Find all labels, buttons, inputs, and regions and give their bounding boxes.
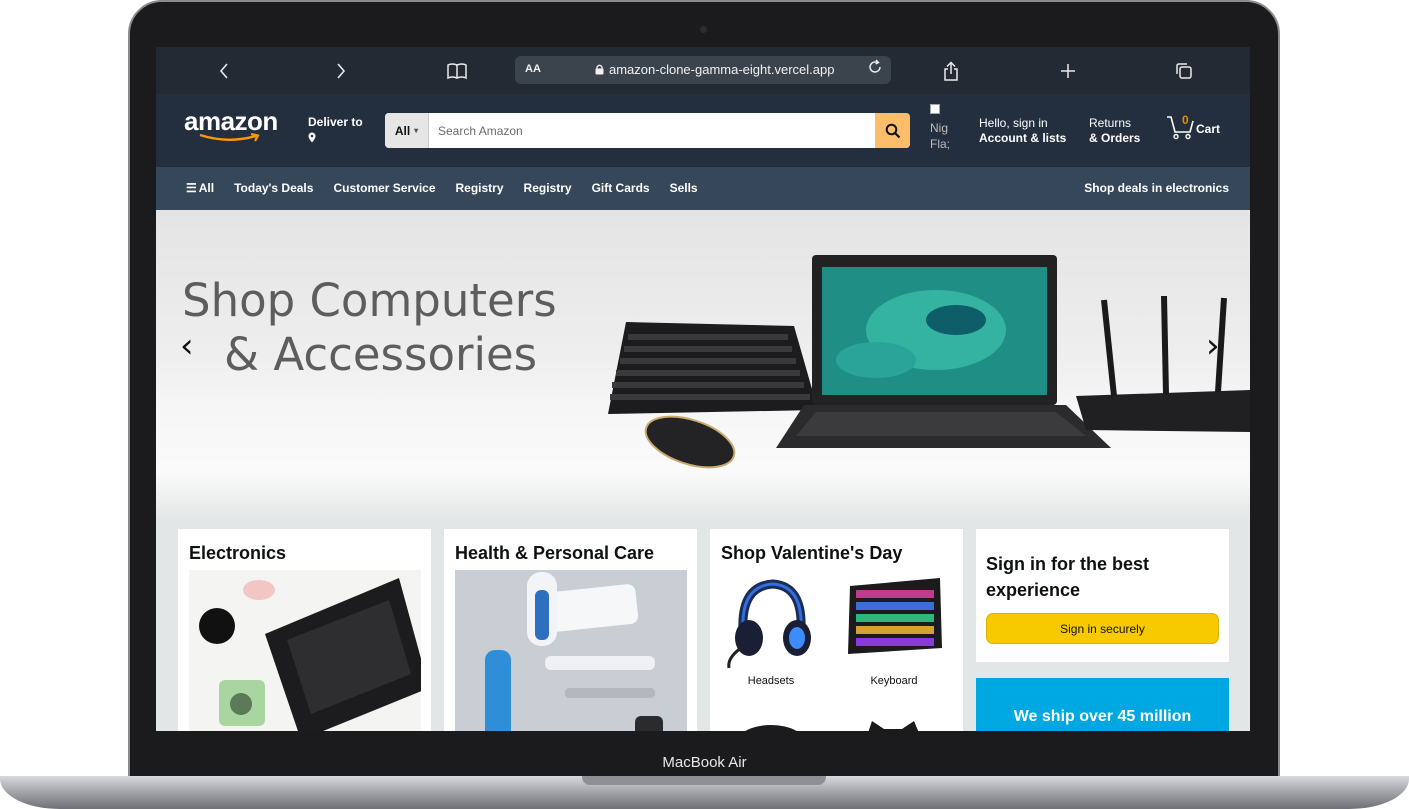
caret-down-icon: ▾ xyxy=(414,126,419,135)
forward-button[interactable] xyxy=(326,56,356,86)
cart-label: Cart xyxy=(1196,122,1221,136)
url-text: amazon-clone-gamma-eight.vercel.app xyxy=(609,62,835,77)
signin-card: Sign in for the best experience Sign in … xyxy=(976,529,1229,662)
new-tab-button[interactable] xyxy=(1053,56,1083,86)
share-icon xyxy=(944,61,958,81)
flag-alt-text: Nig Fla; xyxy=(930,121,951,151)
health-image[interactable] xyxy=(455,570,687,731)
nav-registry[interactable]: Registry xyxy=(456,181,504,195)
macbook-mockup: MacBook Air AA amazon-clone-gamma-eight.… xyxy=(0,0,1409,809)
returns-label: Returns xyxy=(1089,116,1132,130)
deliver-to-label: Deliver to xyxy=(308,115,363,129)
nav-all[interactable]: ☰ All xyxy=(186,181,214,195)
nav-all-label: All xyxy=(198,181,215,195)
broken-image-icon xyxy=(930,104,940,114)
hero-carousel: Shop Computers & Accessories ‹ › xyxy=(156,210,1250,472)
search-input[interactable] xyxy=(429,113,875,148)
safari-toolbar: AA amazon-clone-gamma-eight.vercel.app xyxy=(156,47,1250,94)
nav-sells[interactable]: Sells xyxy=(670,181,698,195)
deliver-to[interactable]: Deliver to xyxy=(308,115,363,146)
share-button[interactable] xyxy=(936,56,966,86)
card-health-personal-care[interactable]: Health & Personal Care xyxy=(444,529,697,731)
chair-image xyxy=(868,721,919,731)
search-bar: All ▾ xyxy=(385,113,910,148)
hero-headline: Shop Computers & Accessories xyxy=(182,274,557,382)
card-title: Electronics xyxy=(189,543,287,563)
browser-screen: AA amazon-clone-gamma-eight.vercel.app a… xyxy=(156,47,1250,731)
cart-button[interactable]: 0 Cart xyxy=(1166,112,1220,140)
valentine-item-headsets[interactable]: Headsets xyxy=(721,572,821,687)
cart-icon xyxy=(1167,116,1194,140)
shipping-promo-card[interactable]: We ship over 45 million xyxy=(976,678,1229,731)
nav-customer-service[interactable]: Customer Service xyxy=(333,181,435,195)
hero-headline-line2: & Accessories xyxy=(224,328,538,381)
back-button[interactable] xyxy=(209,56,239,86)
search-icon xyxy=(885,123,900,138)
hero-headline-line1: Shop Computers xyxy=(182,274,557,327)
cart-count: 0 xyxy=(1182,113,1189,127)
book-icon xyxy=(447,63,467,80)
reload-icon xyxy=(869,59,881,73)
nav-gift-cards[interactable]: Gift Cards xyxy=(592,181,650,195)
hamburger-icon: ☰ xyxy=(186,181,197,195)
card-title: Health & Personal Care xyxy=(455,543,655,563)
account-lists-label: Account & lists xyxy=(979,131,1067,145)
device-model-label: MacBook Air xyxy=(662,754,747,771)
reload-button[interactable] xyxy=(867,59,883,80)
account-greeting: Hello, sign in xyxy=(979,116,1048,130)
valentine-item-label: Headsets xyxy=(747,675,795,687)
hero-fade xyxy=(156,472,1250,522)
lock-icon xyxy=(595,64,604,75)
electronics-image[interactable] xyxy=(189,570,421,731)
chevron-left-icon xyxy=(219,63,228,79)
nav-registry-2[interactable]: Registry xyxy=(524,181,572,195)
card-title: Shop Valentine's Day xyxy=(721,543,903,563)
nav-shop-deals-electronics[interactable]: Shop deals in electronics xyxy=(1084,181,1229,195)
carousel-prev-button[interactable]: ‹ xyxy=(180,326,194,366)
card-electronics[interactable]: Electronics xyxy=(178,529,431,731)
plus-icon xyxy=(1061,64,1075,78)
account-lists[interactable]: Hello, sign in Account & lists xyxy=(979,116,1066,146)
headset-image xyxy=(727,579,811,669)
url-display[interactable]: amazon-clone-gamma-eight.vercel.app xyxy=(595,62,834,77)
chevron-right-icon xyxy=(337,63,346,79)
shipping-promo-text: We ship over 45 million xyxy=(1013,708,1192,725)
laptop-notch xyxy=(582,776,826,785)
returns-orders[interactable]: Returns & Orders xyxy=(1089,116,1140,146)
address-bar[interactable]: AA amazon-clone-gamma-eight.vercel.app xyxy=(515,56,891,84)
mouse-image xyxy=(745,725,797,731)
smile-arrow-icon xyxy=(199,133,260,142)
search-category-label: All xyxy=(394,123,411,138)
search-category-select[interactable]: All ▾ xyxy=(385,113,429,148)
camera-dot xyxy=(700,26,707,33)
flag-image[interactable]: Nig Fla; xyxy=(930,104,956,152)
signin-card-title: Sign in for the best experience xyxy=(986,554,1150,600)
text-size-button[interactable]: AA xyxy=(525,63,541,75)
search-button[interactable] xyxy=(875,113,910,148)
bookmarks-button[interactable] xyxy=(442,56,472,86)
keyboard-image xyxy=(848,578,942,654)
nav-todays-deals[interactable]: Today's Deals xyxy=(234,181,313,195)
location-pin-icon xyxy=(308,132,363,146)
orders-label: & Orders xyxy=(1089,131,1141,145)
sub-navigation: ☰ All Today's Deals Customer Service Regi… xyxy=(156,167,1250,210)
tabs-overview-button[interactable] xyxy=(1169,56,1199,86)
valentine-item-label: Keyboard xyxy=(870,675,918,687)
chevron-right-icon: › xyxy=(1206,326,1220,366)
chevron-left-icon: ‹ xyxy=(180,326,194,366)
amazon-logo[interactable]: amazon xyxy=(184,106,278,142)
card-shop-valentines-day[interactable]: Shop Valentine's Day Headsets Keyboard xyxy=(710,529,963,731)
sign-in-securely-button[interactable]: Sign in securely xyxy=(986,613,1219,644)
carousel-next-button[interactable]: › xyxy=(1206,326,1220,366)
site-header: amazon Deliver to All ▾ Search Amazon Ni… xyxy=(156,94,1250,167)
tabs-icon xyxy=(1176,63,1192,79)
valentine-item-keyboard[interactable]: Keyboard xyxy=(844,572,944,687)
